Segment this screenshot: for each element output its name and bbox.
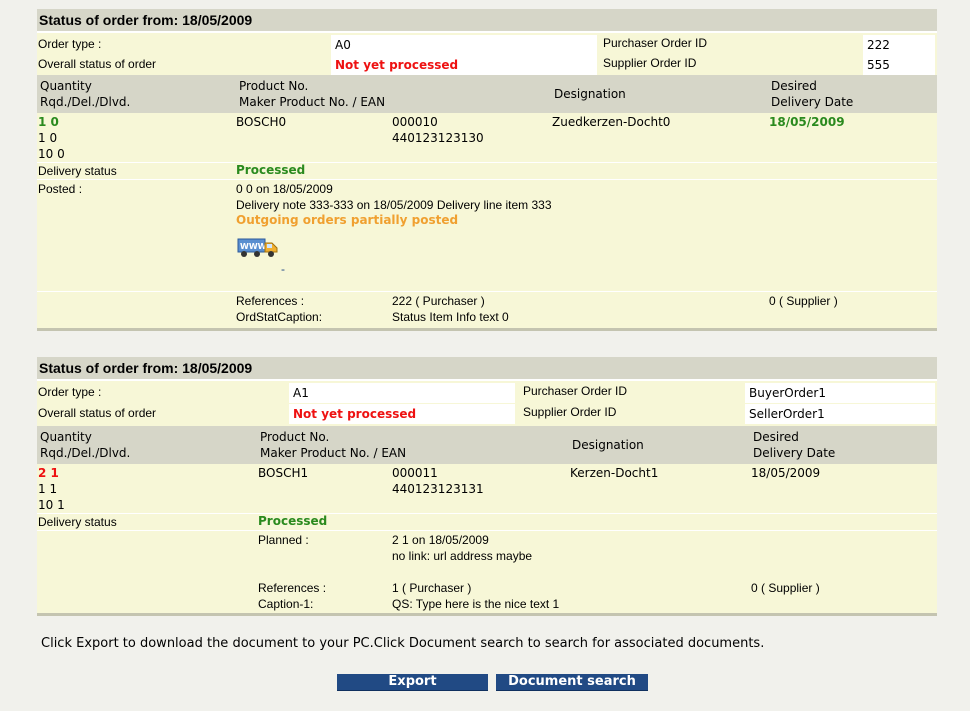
- planned-row: Planned : 2 1 on 18/05/2009 no link: url…: [37, 530, 937, 579]
- ean: 440123123131: [392, 482, 484, 496]
- qty-line-2: 1 1: [38, 482, 58, 496]
- posted-row: Posted : 0 0 on 18/05/2009 Delivery note…: [37, 179, 937, 291]
- references-row: References : 222 ( Purchaser ) 0 ( Suppl…: [37, 291, 937, 324]
- col-product: Product No.: [239, 79, 309, 93]
- qty-line-1: 2 1: [38, 466, 59, 480]
- col-product-sub: Maker Product No. / EAN: [239, 95, 386, 109]
- references-supplier: 0 ( Supplier ): [751, 581, 820, 595]
- col-designation: Designation: [554, 87, 626, 101]
- delivery-status-value: Processed: [258, 514, 328, 528]
- purchaser-id-cell: 222: [863, 35, 935, 55]
- supplier-id-label: Supplier Order ID: [523, 405, 617, 419]
- col-date: Desired: [753, 430, 799, 444]
- maker-product-no: 000011: [392, 466, 438, 480]
- planned-line-1: 2 1 on 18/05/2009: [392, 533, 489, 547]
- info-text: Click Export to download the document to…: [41, 636, 765, 651]
- items-column-header: Quantity Rqd./Del./Dlvd. Product No. Mak…: [37, 75, 937, 113]
- references-purchaser: 222 ( Purchaser ): [392, 294, 485, 308]
- qty-line-1: 1 0: [38, 115, 59, 129]
- order-item-row: 1 0 1 0 10 0 BOSCH0 000010 440123123130 …: [37, 113, 937, 162]
- col-product-sub: Maker Product No. / EAN: [260, 446, 407, 460]
- delivery-status-row: Delivery status Processed: [37, 162, 937, 179]
- col-product: Product No.: [260, 430, 330, 444]
- caption-label: Caption-1:: [258, 597, 314, 611]
- order-type-label: Order type :: [38, 37, 102, 51]
- order-type-label: Order type :: [38, 385, 102, 399]
- col-quantity-sub: Rqd./Del./Dlvd.: [40, 95, 131, 109]
- designation: Zuedkerzen-Docht0: [552, 115, 671, 129]
- designation: Kerzen-Docht1: [570, 466, 659, 480]
- overall-status-cell: Not yet processed: [289, 404, 515, 424]
- order-type-cell: A0: [331, 35, 597, 55]
- purchaser-id-value: 222: [867, 38, 890, 52]
- supplier-id-cell: SellerOrder1: [745, 404, 935, 424]
- delivery-date: 18/05/2009: [769, 115, 845, 129]
- delivery-status-value: Processed: [236, 163, 306, 177]
- order-title: Status of order from: 18/05/2009: [37, 9, 937, 33]
- col-date: Desired: [771, 79, 817, 93]
- qty-line-2: 1 0: [38, 131, 58, 145]
- posted-line-2: Delivery note 333-333 on 18/05/2009 Deli…: [236, 198, 552, 212]
- order-panel-2: Status of order from: 18/05/2009 Order t…: [37, 357, 937, 616]
- supplier-id-value: 555: [867, 58, 890, 72]
- references-purchaser: 1 ( Purchaser ): [392, 581, 472, 595]
- svg-text:WWW: WWW: [240, 242, 267, 251]
- delivery-status-label: Delivery status: [38, 515, 117, 529]
- references-label: References :: [258, 581, 327, 595]
- delivery-status-label: Delivery status: [38, 164, 117, 178]
- posted-label: Posted :: [38, 182, 83, 196]
- purchaser-id-label: Purchaser Order ID: [523, 384, 628, 398]
- www-delivery-truck-icon[interactable]: WWW: [237, 237, 279, 262]
- overall-status-cell: Not yet processed: [331, 55, 597, 75]
- posted-line-1: 0 0 on 18/05/2009: [236, 182, 333, 196]
- delivery-status-row: Delivery status Processed: [37, 513, 937, 530]
- col-date-sub: Delivery Date: [753, 446, 836, 460]
- overall-status-label: Overall status of order: [38, 57, 157, 71]
- overall-status-label: Overall status of order: [38, 406, 157, 420]
- caption-value: QS: Type here is the nice text 1: [392, 597, 560, 611]
- references-row: References : 1 ( Purchaser ) 0 ( Supplie…: [37, 579, 937, 611]
- col-date-sub: Delivery Date: [771, 95, 854, 109]
- order-panel-1: Status of order from: 18/05/2009 Order t…: [37, 9, 937, 331]
- export-button[interactable]: Export: [337, 674, 488, 691]
- purchaser-id-value: BuyerOrder1: [749, 386, 826, 400]
- planned-label: Planned :: [258, 533, 309, 547]
- purchaser-id-label: Purchaser Order ID: [603, 36, 708, 50]
- delivery-date: 18/05/2009: [751, 466, 821, 480]
- overall-status-value: Not yet processed: [335, 58, 459, 72]
- col-quantity: Quantity: [40, 79, 92, 93]
- order-item-row: 2 1 1 1 10 1 BOSCH1 000011 440123123131 …: [37, 464, 937, 513]
- supplier-id-cell: 555: [863, 55, 935, 75]
- order-type-value: A0: [335, 38, 351, 52]
- col-quantity: Quantity: [40, 430, 92, 444]
- planned-line-2: no link: url address maybe: [392, 549, 533, 563]
- col-designation: Designation: [572, 438, 644, 452]
- truck-link[interactable]: -: [281, 262, 285, 276]
- ean: 440123123130: [392, 131, 484, 145]
- supplier-id-label: Supplier Order ID: [603, 56, 697, 70]
- qty-line-3: 10 0: [38, 147, 65, 161]
- caption-label: OrdStatCaption:: [236, 310, 323, 324]
- qty-line-3: 10 1: [38, 498, 65, 512]
- posted-line-3: Outgoing orders partially posted: [236, 213, 459, 227]
- order-title: Status of order from: 18/05/2009: [37, 357, 937, 381]
- purchaser-id-cell: BuyerOrder1: [745, 383, 935, 403]
- maker-product-no: 000010: [392, 115, 438, 129]
- order-type-value: A1: [293, 386, 309, 400]
- supplier-id-value: SellerOrder1: [749, 407, 825, 421]
- document-search-button[interactable]: Document search: [496, 674, 648, 691]
- overall-status-value: Not yet processed: [293, 407, 417, 421]
- references-supplier: 0 ( Supplier ): [769, 294, 838, 308]
- items-column-header: Quantity Rqd./Del./Dlvd. Product No. Mak…: [37, 426, 937, 464]
- references-label: References :: [236, 294, 305, 308]
- order-header-fields: Order type : A1 Purchaser Order ID Buyer…: [37, 381, 937, 426]
- product-no: BOSCH0: [236, 115, 287, 129]
- product-no: BOSCH1: [258, 466, 309, 480]
- order-type-cell: A1: [289, 383, 515, 403]
- order-header-fields: Order type : A0 Purchaser Order ID 222 O…: [37, 33, 937, 75]
- col-quantity-sub: Rqd./Del./Dlvd.: [40, 446, 131, 460]
- caption-value: Status Item Info text 0: [392, 310, 509, 324]
